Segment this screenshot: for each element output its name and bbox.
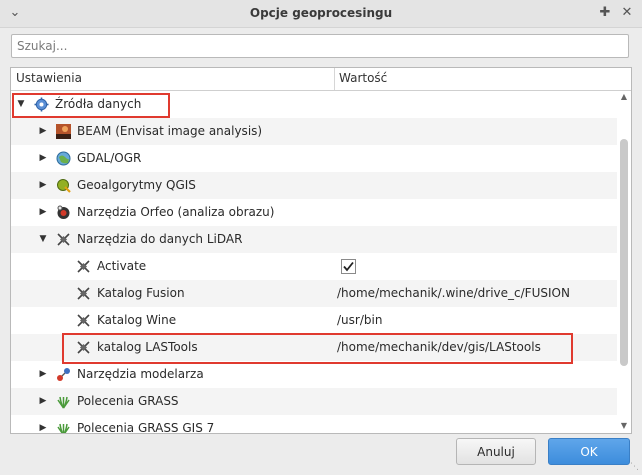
tree-row-label: Polecenia GRASS GIS 7 [77, 421, 215, 434]
tree-header: Ustawienia Wartość [11, 68, 631, 91]
close-icon[interactable]: ✕ [618, 4, 636, 22]
scroll-up-icon[interactable]: ▲ [618, 91, 630, 103]
tree-row-modeler[interactable]: ▶ Narzędzia modelarza [11, 361, 617, 388]
highlight-lastools [62, 333, 573, 364]
lidar-icon [56, 232, 71, 247]
tree-row-label: Katalog Wine [97, 313, 177, 327]
tree-row-label: BEAM (Envisat image analysis) [77, 124, 263, 138]
header-settings[interactable]: Ustawienia [16, 71, 82, 85]
collapsed-arrow-icon[interactable]: ▶ [38, 126, 48, 136]
tree-row-activate[interactable]: Activate [11, 253, 617, 280]
activate-checkbox[interactable] [341, 259, 356, 274]
tree-row-label: Narzędzia Orfeo (analiza obrazu) [77, 205, 275, 219]
collapsed-arrow-icon[interactable]: ▶ [38, 180, 48, 190]
ok-button[interactable]: OK [548, 438, 630, 465]
tree-row-value[interactable]: /home/mechanik/.wine/drive_c/FUSION [337, 286, 570, 300]
tree-row-wine[interactable]: Katalog Wine /usr/bin [11, 307, 617, 334]
tree-row-label: Narzędzia modelarza [77, 367, 204, 381]
model-icon [56, 367, 71, 382]
header-value[interactable]: Wartość [339, 71, 387, 85]
collapsed-arrow-icon[interactable]: ▶ [38, 369, 48, 379]
collapsed-arrow-icon[interactable]: ▶ [38, 207, 48, 217]
tree-row-label: Katalog Fusion [97, 286, 185, 300]
highlight-data-sources [12, 93, 170, 118]
tree-row-orfeo[interactable]: ▶ Narzędzia Orfeo (analiza obrazu) [11, 199, 617, 226]
collapsed-arrow-icon[interactable]: ▶ [38, 396, 48, 406]
tree-row-fusion[interactable]: Katalog Fusion /home/mechanik/.wine/driv… [11, 280, 617, 307]
tree-row-gdal[interactable]: ▶ GDAL/OGR [11, 145, 617, 172]
resize-grip-icon[interactable]: ⋱ [630, 462, 639, 472]
maximize-icon[interactable]: ✚ [596, 4, 614, 22]
expand-arrow-icon[interactable]: ▼ [38, 234, 48, 244]
qgis-icon [56, 178, 71, 193]
scrollbar-thumb[interactable] [620, 139, 628, 366]
tree-row-label: Polecenia GRASS [77, 394, 179, 408]
dialog-window: ⌄ Opcje geoprocesingu ✚ ✕ Ustawienia War… [0, 0, 642, 475]
title-bar: ⌄ Opcje geoprocesingu ✚ ✕ [0, 0, 642, 28]
cancel-button[interactable]: Anuluj [456, 438, 536, 465]
vertical-scrollbar[interactable]: ▲ ▼ [618, 91, 630, 432]
lidar-icon [76, 286, 91, 301]
search-input[interactable] [11, 34, 629, 58]
collapsed-arrow-icon[interactable]: ▶ [38, 423, 48, 433]
window-title: Opcje geoprocesingu [249, 6, 393, 20]
scroll-down-icon[interactable]: ▼ [618, 420, 630, 432]
tree-row-lidar[interactable]: ▼ Narzędzia do danych LiDAR [11, 226, 617, 253]
grass-icon [56, 394, 71, 409]
tree-row-grass7[interactable]: ▶ Polecenia GRASS GIS 7 [11, 415, 617, 434]
collapsed-arrow-icon[interactable]: ▶ [38, 153, 48, 163]
orfeo-icon [56, 205, 71, 220]
tree-row-label: GDAL/OGR [77, 151, 142, 165]
lidar-icon [76, 259, 91, 274]
settings-tree: Ustawienia Wartość ▼ Źródła danych ▶ BEA… [10, 67, 632, 434]
tree-row-qgis[interactable]: ▶ Geoalgorytmy QGIS [11, 172, 617, 199]
gdal-icon [56, 151, 71, 166]
grass-icon [56, 421, 71, 433]
tree-row-value[interactable]: /usr/bin [337, 313, 382, 327]
tree-row-label: Narzędzia do danych LiDAR [77, 232, 243, 246]
lidar-icon [76, 313, 91, 328]
tree-row-label: Geoalgorytmy QGIS [77, 178, 196, 192]
tree-row-beam[interactable]: ▶ BEAM (Envisat image analysis) [11, 118, 617, 145]
header-separator [334, 68, 335, 90]
beam-icon [56, 124, 71, 139]
tree-row-label: Activate [97, 259, 147, 273]
tree-row-grass[interactable]: ▶ Polecenia GRASS [11, 388, 617, 415]
